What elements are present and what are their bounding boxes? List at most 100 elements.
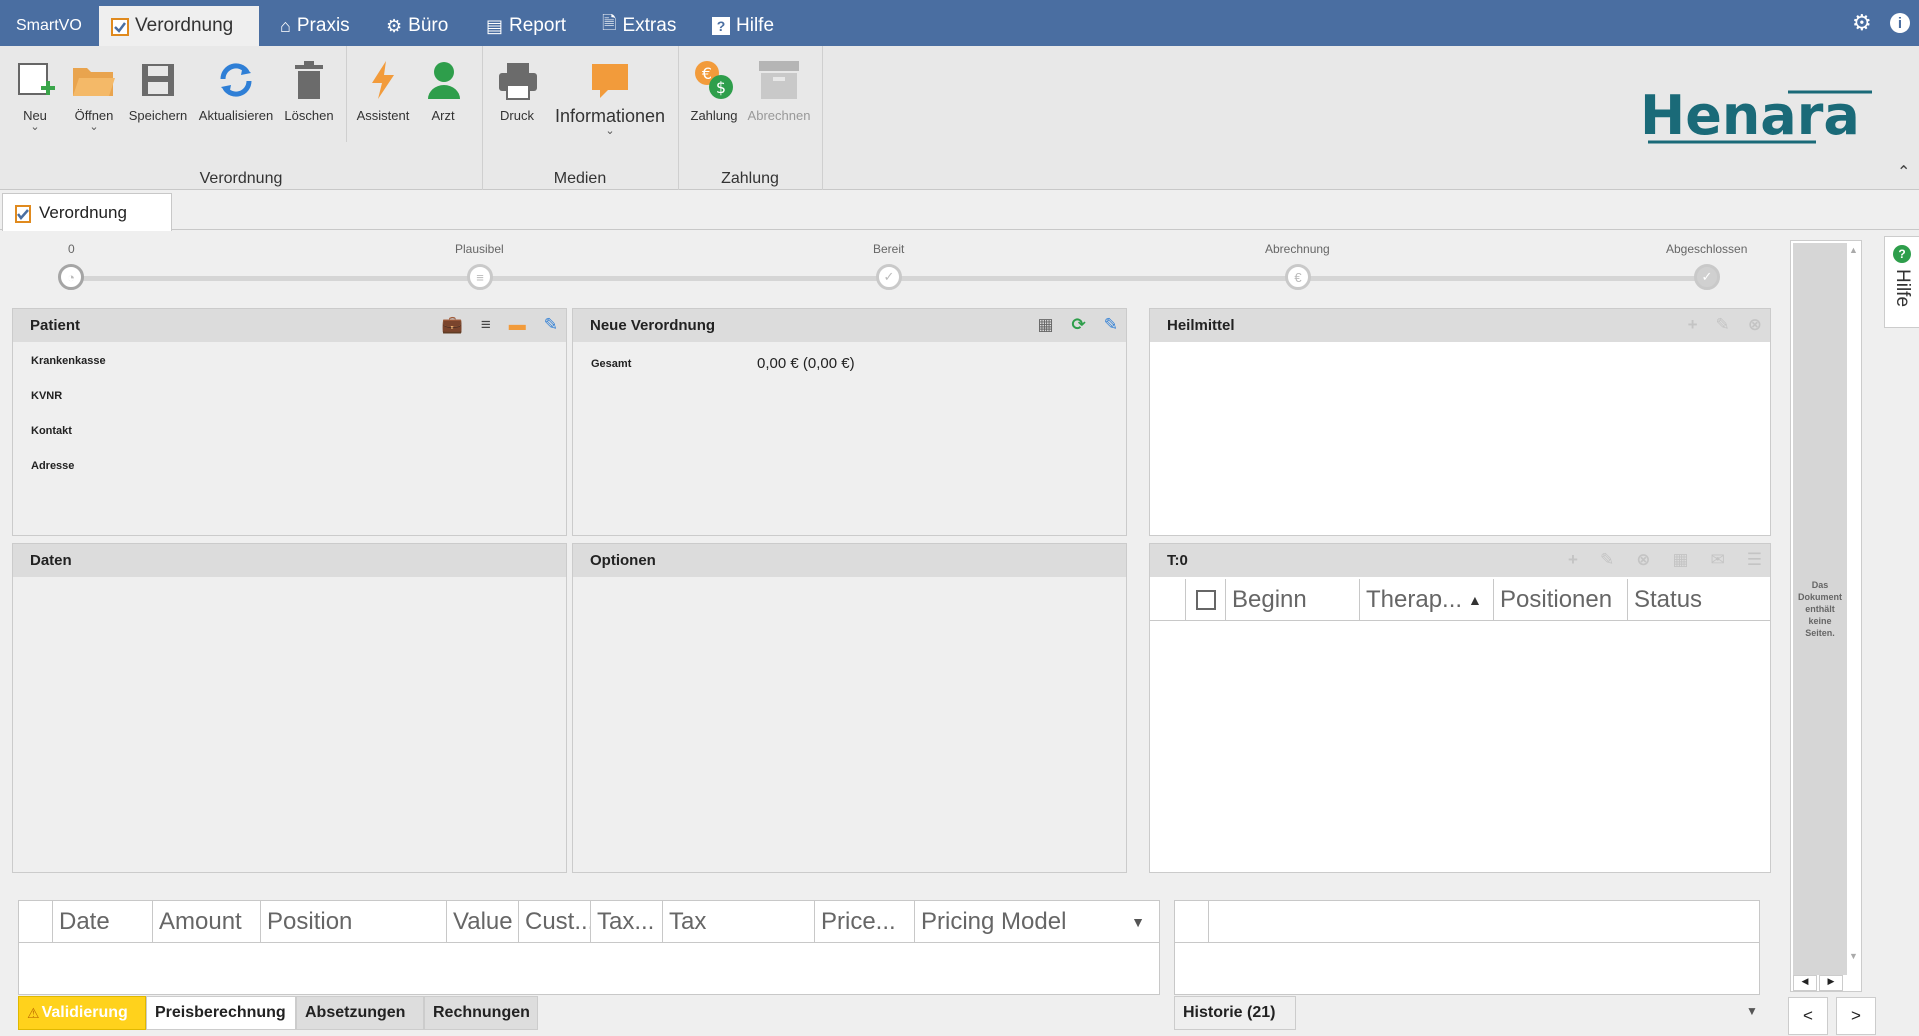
- kvnr-label: KVNR: [31, 390, 63, 402]
- app-title[interactable]: SmartVO: [4, 6, 94, 46]
- step-indicator-plausibel-icon: ≡: [467, 264, 493, 290]
- scroll-left-icon[interactable]: ◀: [1793, 975, 1817, 991]
- column-beginn[interactable]: Beginn: [1226, 579, 1360, 620]
- column-status[interactable]: Status: [1628, 579, 1770, 620]
- step-label-0: 0: [68, 242, 75, 256]
- remove-circle-icon[interactable]: ⊗: [1636, 550, 1650, 570]
- document-search-icon: 🗎: [602, 13, 617, 33]
- column-tax-rate[interactable]: Tax...: [591, 901, 663, 942]
- column-pricing-model[interactable]: Pricing Model ▼: [915, 901, 1155, 942]
- assistant-button[interactable]: Assistent: [354, 56, 412, 123]
- scroll-down-icon[interactable]: ▼: [1849, 951, 1861, 963]
- briefcase-icon[interactable]: 💼: [442, 315, 463, 335]
- tab-validierung[interactable]: ⚠ Validierung: [18, 996, 146, 1030]
- column-price[interactable]: Price...: [815, 901, 915, 942]
- information-button[interactable]: Informationen ⌄: [550, 56, 670, 137]
- column-customer[interactable]: Cust...: [519, 901, 591, 942]
- remove-circle-icon[interactable]: ⊗: [1748, 315, 1762, 335]
- adresse-label: Adresse: [31, 460, 75, 472]
- ribbon-separator: [822, 46, 823, 190]
- document-tab-verordnung[interactable]: Verordnung: [2, 193, 172, 231]
- column-positionen[interactable]: Positionen: [1494, 579, 1628, 620]
- scroll-up-icon[interactable]: ▲: [1849, 245, 1861, 257]
- ribbon-separator: [482, 46, 483, 190]
- delete-button[interactable]: Löschen: [282, 56, 336, 123]
- svg-text:$: $: [716, 78, 726, 97]
- tab-preisberechnung[interactable]: Preisberechnung: [146, 996, 296, 1030]
- step-indicator-abgeschlossen-icon: ✓: [1694, 264, 1720, 290]
- tab-absetzungen[interactable]: Absetzungen: [296, 996, 424, 1030]
- tab-buero[interactable]: ⚙ Büro: [374, 6, 460, 46]
- calendar-icon[interactable]: ▦: [1672, 550, 1688, 570]
- save-button[interactable]: Speichern: [128, 56, 188, 123]
- next-page-button[interactable]: >: [1836, 997, 1876, 1035]
- add-icon[interactable]: +: [1688, 315, 1698, 335]
- menu-bar: SmartVO Verordnung ⌂ Praxis ⚙ Büro ▤ Rep…: [0, 0, 1919, 46]
- daten-header: Daten: [13, 544, 566, 577]
- document-page-area: Das Dokument enthält keine Seiten.: [1793, 243, 1847, 975]
- group-label-zahlung: Zahlung: [721, 170, 779, 187]
- tab-hilfe[interactable]: ? Hilfe: [700, 6, 786, 46]
- help-circle-icon: ?: [1893, 245, 1911, 263]
- list-edit-icon[interactable]: ≡: [481, 315, 491, 335]
- warning-icon: ⚠: [27, 1004, 40, 1021]
- pricing-grid: Date Amount Position Value Cust... Tax..…: [18, 900, 1160, 995]
- column-tax[interactable]: Tax: [663, 901, 815, 942]
- lightning-icon: [359, 56, 407, 104]
- krankenkasse-label: Krankenkasse: [31, 355, 106, 367]
- chevron-down-icon: ⌄: [605, 125, 615, 137]
- collapse-ribbon-icon[interactable]: ⌃: [1897, 162, 1910, 182]
- edit-pencil-icon[interactable]: ✎: [1600, 550, 1614, 570]
- sort-ascending-icon: ▲: [1468, 591, 1482, 608]
- open-button[interactable]: Öffnen ⌄: [68, 56, 120, 133]
- step-indicator-start: ◔: [58, 264, 84, 290]
- edit-pencil-icon[interactable]: ✎: [1716, 315, 1730, 335]
- mail-icon[interactable]: ✉: [1711, 550, 1725, 570]
- sync-icon[interactable]: ⟳: [1072, 315, 1086, 335]
- ribbon: Neu ⌄ Öffnen ⌄ Speichern Aktualisieren L…: [0, 46, 1919, 190]
- select-all-checkbox[interactable]: [1186, 579, 1226, 620]
- historie-grid-header: [1175, 901, 1759, 943]
- list-icon[interactable]: ☰: [1747, 550, 1762, 570]
- billing-button[interactable]: Abrechnen: [746, 56, 812, 123]
- add-icon[interactable]: +: [1568, 550, 1578, 570]
- heilmittel-panel: Heilmittel + ✎ ⊗: [1149, 308, 1771, 536]
- historie-dropdown-icon[interactable]: ▼: [1746, 1004, 1758, 1018]
- gears-icon: ⚙: [386, 15, 403, 36]
- kontakt-label: Kontakt: [31, 425, 72, 437]
- comment-icon[interactable]: ▬: [509, 315, 526, 335]
- column-amount[interactable]: Amount: [153, 901, 261, 942]
- historie-grid: [1174, 900, 1760, 995]
- step-label-bereit: Bereit: [873, 242, 905, 256]
- save-disk-icon: [134, 56, 182, 104]
- payment-button[interactable]: € $ Zahlung: [688, 56, 740, 123]
- help-side-tab-label: Hilfe: [1892, 269, 1913, 308]
- doctor-button[interactable]: Arzt: [420, 56, 466, 123]
- column-therapeut[interactable]: Therap... ▲: [1360, 579, 1494, 620]
- tab-praxis[interactable]: ⌂ Praxis: [268, 6, 362, 46]
- neue-verordnung-header: Neue Verordnung ▦ ⟳ ✎: [573, 309, 1126, 342]
- print-button[interactable]: Druck: [494, 56, 540, 123]
- settings-gear-icon[interactable]: ⚙: [1852, 10, 1872, 36]
- tab-rechnungen[interactable]: Rechnungen: [424, 996, 538, 1030]
- info-icon[interactable]: i: [1890, 13, 1910, 33]
- termine-panel: T:0 + ✎ ⊗ ▦ ✉ ☰ Beginn Therap... ▲ Positi…: [1149, 543, 1771, 873]
- tab-historie[interactable]: Historie (21): [1174, 996, 1296, 1030]
- dropdown-arrow-icon[interactable]: ▼: [1131, 914, 1145, 930]
- tab-verordnung[interactable]: Verordnung: [99, 6, 259, 46]
- home-icon: ⌂: [280, 15, 291, 36]
- help-side-tab[interactable]: ? Hilfe: [1884, 236, 1919, 328]
- previous-page-button[interactable]: <: [1788, 997, 1828, 1035]
- edit-pencil-icon[interactable]: ✎: [544, 315, 558, 335]
- tab-report[interactable]: ▤ Report: [474, 6, 578, 46]
- column-position[interactable]: Position: [261, 901, 447, 942]
- tab-extras[interactable]: 🗎 Extras: [590, 6, 688, 46]
- scroll-right-icon[interactable]: ▶: [1819, 975, 1843, 991]
- edit-pencil-icon[interactable]: ✎: [1104, 315, 1118, 335]
- new-button[interactable]: Neu ⌄: [10, 56, 60, 133]
- doctor-icon: [420, 56, 468, 104]
- calendar-icon[interactable]: ▦: [1037, 315, 1053, 335]
- column-value[interactable]: Value: [447, 901, 519, 942]
- refresh-button[interactable]: Aktualisieren: [198, 56, 274, 123]
- column-date[interactable]: Date: [53, 901, 153, 942]
